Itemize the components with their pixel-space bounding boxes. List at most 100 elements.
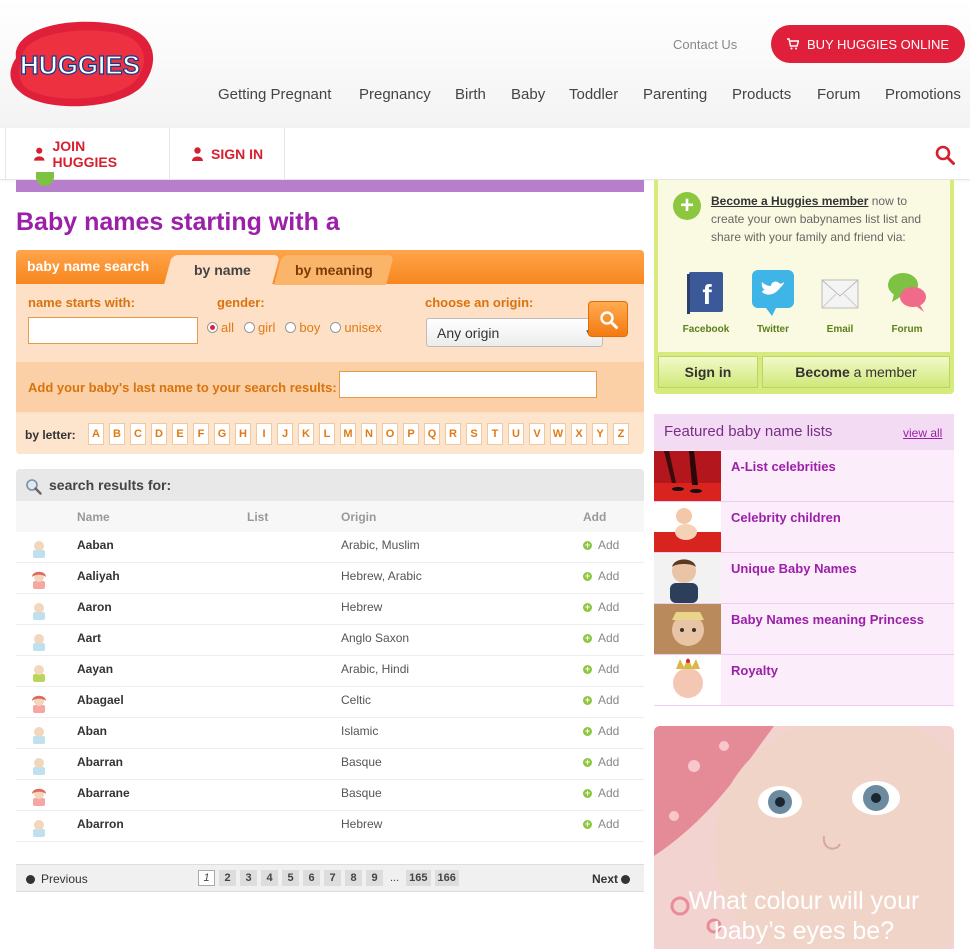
letter-q[interactable]: Q: [424, 423, 440, 445]
featured-item[interactable]: A-List celebrities: [654, 451, 954, 502]
page-link[interactable]: 2: [219, 870, 236, 886]
become-member-button[interactable]: Become a member: [762, 356, 950, 388]
huggies-logo[interactable]: HUGGIES: [4, 18, 156, 110]
gender-girl-option[interactable]: girl: [244, 320, 275, 335]
next-button[interactable]: Next: [592, 872, 631, 886]
nav-pregnancy[interactable]: Pregnancy: [359, 86, 431, 103]
name-cell[interactable]: Aban: [77, 724, 107, 738]
letter-m[interactable]: M: [340, 423, 356, 445]
tab-by-meaning[interactable]: by meaning: [273, 255, 395, 285]
letter-h[interactable]: H: [235, 423, 251, 445]
letter-w[interactable]: W: [550, 423, 566, 445]
add-button[interactable]: + Add: [583, 786, 619, 800]
forum-share[interactable]: Forum: [879, 270, 935, 335]
add-button[interactable]: + Add: [583, 693, 619, 707]
name-cell[interactable]: Aaban: [77, 538, 114, 552]
add-button[interactable]: + Add: [583, 724, 619, 738]
featured-item[interactable]: Royalty: [654, 655, 954, 706]
letter-t[interactable]: T: [487, 423, 503, 445]
page-link[interactable]: 1: [198, 870, 215, 886]
page-link[interactable]: 4: [261, 870, 278, 886]
letter-e[interactable]: E: [172, 423, 188, 445]
page-link[interactable]: 7: [324, 870, 341, 886]
gender-unisex-option[interactable]: unisex: [330, 320, 382, 335]
become-member-link[interactable]: Become a Huggies member: [711, 194, 868, 208]
nav-toddler[interactable]: Toddler: [569, 86, 618, 103]
facebook-share[interactable]: f Facebook: [678, 270, 734, 335]
last-name-input[interactable]: [339, 371, 597, 398]
letter-x[interactable]: X: [571, 423, 587, 445]
name-starts-input[interactable]: [28, 317, 198, 344]
gender-boy-option[interactable]: boy: [285, 320, 320, 335]
letter-b[interactable]: B: [109, 423, 125, 445]
gender-all-option[interactable]: all: [207, 320, 234, 335]
letter-v[interactable]: V: [529, 423, 545, 445]
page-link[interactable]: 3: [240, 870, 257, 886]
add-button[interactable]: + Add: [583, 538, 619, 552]
radio-all[interactable]: [207, 322, 218, 333]
page-link[interactable]: 6: [303, 870, 320, 886]
letter-k[interactable]: K: [298, 423, 314, 445]
contact-us-link[interactable]: Contact Us: [673, 37, 737, 52]
origin-select[interactable]: Any origin ▼: [426, 318, 603, 347]
eye-colour-ad[interactable]: What colour will your baby’s eyes be?: [654, 726, 954, 949]
radio-unisex[interactable]: [330, 322, 342, 333]
search-icon[interactable]: [935, 145, 955, 165]
letter-c[interactable]: C: [130, 423, 146, 445]
add-button[interactable]: + Add: [583, 817, 619, 831]
letter-z[interactable]: Z: [613, 423, 629, 445]
name-cell[interactable]: Abarran: [77, 755, 123, 769]
name-cell[interactable]: Abarrane: [77, 786, 130, 800]
letter-u[interactable]: U: [508, 423, 524, 445]
add-button[interactable]: + Add: [583, 631, 619, 645]
search-submit-button[interactable]: [588, 301, 628, 337]
nav-birth[interactable]: Birth: [455, 86, 486, 103]
name-cell[interactable]: Aayan: [77, 662, 113, 676]
buy-online-button[interactable]: BUY HUGGIES ONLINE: [771, 25, 965, 63]
name-cell[interactable]: Abarron: [77, 817, 124, 831]
letter-y[interactable]: Y: [592, 423, 608, 445]
add-button[interactable]: + Add: [583, 600, 619, 614]
page-link[interactable]: 165: [406, 870, 431, 886]
twitter-share[interactable]: Twitter: [745, 270, 801, 335]
add-button[interactable]: + Add: [583, 755, 619, 769]
nav-parenting[interactable]: Parenting: [643, 86, 707, 103]
name-cell[interactable]: Aart: [77, 631, 101, 645]
letter-r[interactable]: R: [445, 423, 461, 445]
letter-p[interactable]: P: [403, 423, 419, 445]
page-link[interactable]: 9: [366, 870, 383, 886]
col-list[interactable]: List: [247, 510, 268, 524]
add-button[interactable]: + Add: [583, 569, 619, 583]
name-cell[interactable]: Aaliyah: [77, 569, 120, 583]
featured-item[interactable]: Baby Names meaning Princess: [654, 604, 954, 655]
col-origin[interactable]: Origin: [341, 510, 376, 524]
radio-girl[interactable]: [244, 322, 256, 333]
featured-item[interactable]: Unique Baby Names: [654, 553, 954, 604]
sign-in-link[interactable]: SIGN IN: [170, 128, 285, 180]
tab-by-name[interactable]: by name: [163, 255, 281, 285]
letter-i[interactable]: I: [256, 423, 272, 445]
page-link[interactable]: 5: [282, 870, 299, 886]
name-cell[interactable]: Abagael: [77, 693, 124, 707]
nav-promotions[interactable]: Promotions: [885, 86, 961, 103]
letter-g[interactable]: G: [214, 423, 230, 445]
col-name[interactable]: Name: [77, 510, 110, 524]
letter-l[interactable]: L: [319, 423, 335, 445]
letter-d[interactable]: D: [151, 423, 167, 445]
add-button[interactable]: + Add: [583, 662, 619, 676]
letter-a[interactable]: A: [88, 423, 104, 445]
sidebar-sign-in-button[interactable]: Sign in: [658, 356, 758, 388]
email-share[interactable]: Email: [812, 270, 868, 335]
name-cell[interactable]: Aaron: [77, 600, 112, 614]
page-link[interactable]: 166: [434, 870, 459, 886]
letter-s[interactable]: S: [466, 423, 482, 445]
nav-forum[interactable]: Forum: [817, 86, 860, 103]
page-link[interactable]: 8: [345, 870, 362, 886]
letter-o[interactable]: O: [382, 423, 398, 445]
letter-j[interactable]: J: [277, 423, 293, 445]
letter-f[interactable]: F: [193, 423, 209, 445]
view-all-link[interactable]: view all: [903, 426, 942, 440]
letter-n[interactable]: N: [361, 423, 377, 445]
join-huggies-link[interactable]: JOIN HUGGIES: [5, 128, 170, 180]
featured-item[interactable]: Celebrity children: [654, 502, 954, 553]
